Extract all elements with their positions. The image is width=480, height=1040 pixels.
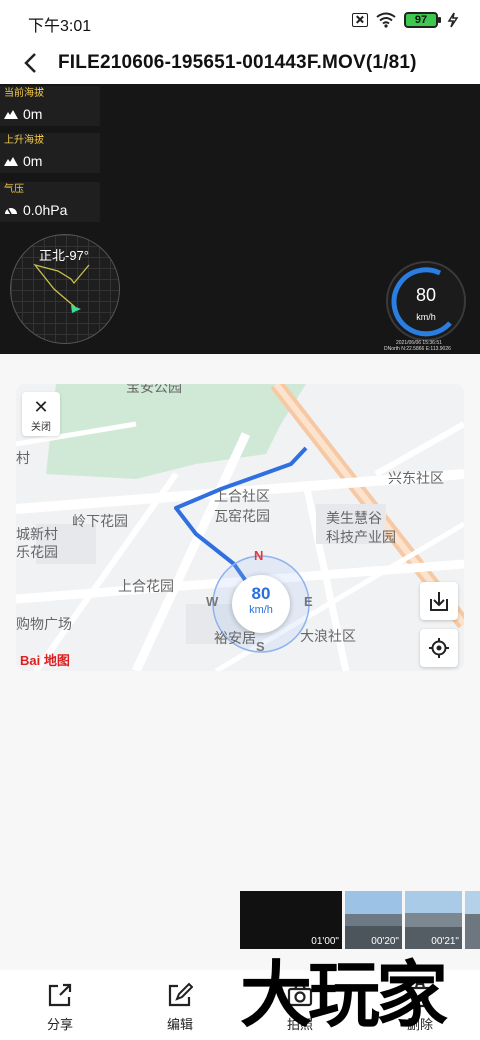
ascent-value: 0m xyxy=(23,153,43,169)
edit-button[interactable]: 编辑 xyxy=(150,980,210,1033)
map-place-label: 村 xyxy=(16,450,30,466)
current-altitude-label: 当前海拔 xyxy=(4,88,44,99)
compass-south: S xyxy=(256,639,265,654)
map-speed-value: 80 xyxy=(251,584,271,603)
current-altitude-value: 0m xyxy=(23,106,43,122)
gauge-icon xyxy=(5,208,17,215)
map-place-label: 美生慧谷 xyxy=(326,510,382,526)
no-sim-icon xyxy=(352,13,368,27)
baidu-map-logo: Bai 地图 xyxy=(20,650,70,669)
map-speed-unit: km/h xyxy=(249,604,273,616)
status-time: 下午3:01 xyxy=(28,18,92,35)
close-icon: ✕ xyxy=(33,397,49,417)
thumbnail-item[interactable] xyxy=(465,891,480,949)
pressure-label: 气压 xyxy=(4,184,24,195)
video-player[interactable]: 当前海拔 0m 上升海拔 0m 气压 0.0hPa 正北-97° 80 km/h xyxy=(0,84,480,354)
mountain-icon xyxy=(4,157,18,166)
locate-button[interactable] xyxy=(420,629,458,667)
map-place-label: 乐花园 xyxy=(16,544,58,560)
overlay-speed-value: 80 xyxy=(415,285,437,305)
pressure-value-row: 0.0hPa xyxy=(0,198,100,222)
back-arrow-icon[interactable] xyxy=(18,50,42,76)
map-place-label: 城新村 xyxy=(16,526,58,542)
current-altitude-panel: 当前海拔 0m xyxy=(0,86,100,126)
map-speed-badge: 80 km/h xyxy=(232,575,290,633)
thumbnail-time: 00'20" xyxy=(371,936,399,947)
share-label: 分享 xyxy=(46,1017,73,1032)
ascent-value-row: 0m xyxy=(0,149,100,173)
thumbnail-time: 01'00" xyxy=(311,936,339,947)
map-place-label: 上合花园 xyxy=(118,578,174,594)
compass-west: W xyxy=(206,594,219,609)
overlay-speed-unit: km/h xyxy=(416,312,436,322)
map-place-label: 岭下花园 xyxy=(72,513,128,529)
page-title: FILE210606-195651-001443F.MOV(1/81) xyxy=(58,52,417,73)
compass-radar: 正北-97° xyxy=(10,234,120,344)
title-bar: FILE210606-195651-001443F.MOV(1/81) xyxy=(0,42,480,84)
ascent-label: 上升海拔 xyxy=(4,135,44,146)
edit-icon xyxy=(168,982,193,1007)
share-button[interactable]: 分享 xyxy=(30,980,90,1033)
map-place-label: 宝安公园 xyxy=(126,384,182,395)
charging-icon xyxy=(447,12,459,28)
pressure-value: 0.0hPa xyxy=(23,202,68,218)
mountain-icon xyxy=(4,110,18,119)
overlay-coordinates: DNorth N:22.5866 E:113.9026 xyxy=(384,346,451,352)
wifi-icon xyxy=(376,12,396,28)
thumbnail-item[interactable]: 01'00" xyxy=(240,891,342,949)
battery-indicator: 97 xyxy=(404,12,441,28)
compass-east: E xyxy=(304,594,313,609)
route-map[interactable]: 宝安公园 上合社区 瓦窑花园 美生慧谷 科技产业园 兴东社区 岭下花园 上合花园… xyxy=(16,384,464,671)
map-place-label: 科技产业园 xyxy=(326,529,396,545)
pressure-panel: 气压 0.0hPa xyxy=(0,182,100,222)
download-map-button[interactable] xyxy=(420,582,458,620)
thumbnail-time: 00'21" xyxy=(431,936,459,947)
map-place-label: 兴东社区 xyxy=(388,470,444,486)
ascent-panel: 上升海拔 0m xyxy=(0,133,100,173)
status-icons: 97 xyxy=(352,12,460,28)
map-place-label: 上合社区 xyxy=(214,488,270,504)
watermark-text: 大玩家 xyxy=(240,952,448,1037)
locate-icon xyxy=(429,638,449,658)
map-place-label: 购物广场 xyxy=(16,616,72,632)
map-place-label: 大浪社区 xyxy=(300,628,356,644)
speedometer-overlay: 80 km/h xyxy=(386,261,466,341)
baidu-logo-text: Bai 地图 xyxy=(20,653,70,668)
share-icon xyxy=(48,983,72,1007)
status-bar: 下午3:01 97 xyxy=(0,0,480,42)
compass-north: N xyxy=(254,548,264,563)
track-trail xyxy=(33,263,90,313)
download-icon xyxy=(430,592,448,611)
thumbnail-item[interactable]: 00'20" xyxy=(345,891,402,949)
map-close-label: 关闭 xyxy=(31,422,51,433)
thumbnail-item[interactable]: 00'21" xyxy=(405,891,462,949)
thumbnail-strip[interactable]: 01'00" 00'20" 00'21" xyxy=(240,891,480,949)
map-close-button[interactable]: ✕ 关闭 xyxy=(22,392,60,436)
map-place-label: 瓦窑花园 xyxy=(214,508,270,524)
edit-label: 编辑 xyxy=(166,1017,193,1032)
current-altitude-value-row: 0m xyxy=(0,102,100,126)
